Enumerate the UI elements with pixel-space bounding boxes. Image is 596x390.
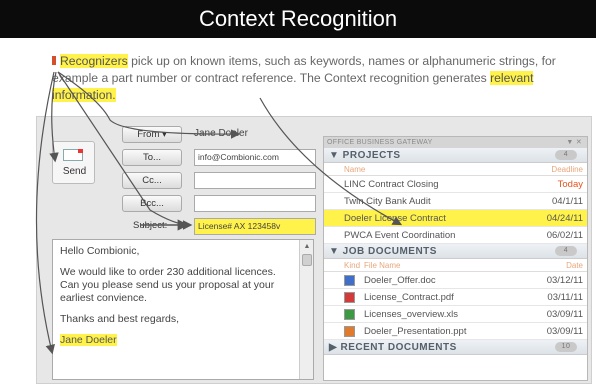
email-client-window: Send From ▾ Jane Doeler To... info@Combi… xyxy=(36,116,592,384)
document-row[interactable]: Doeler_Presentation.ppt 03/09/11 xyxy=(324,323,587,340)
bcc-button[interactable]: Bcc... xyxy=(122,195,182,212)
project-name: Twin City Bank Audit xyxy=(344,196,431,207)
subject-field[interactable]: License# AX 123458v xyxy=(194,218,316,235)
project-name: LINC Contract Closing xyxy=(344,179,439,190)
spreadsheet-icon xyxy=(344,309,355,320)
scroll-thumb[interactable] xyxy=(302,254,312,266)
projects-section[interactable]: ▼ PROJECTS 4 xyxy=(324,148,587,163)
col-name: Name xyxy=(344,165,366,174)
signature-text: Jane Doeler xyxy=(60,334,117,346)
project-row[interactable]: LINC Contract Closing Today xyxy=(324,176,587,193)
intro-text: Recognizers pick up on known items, such… xyxy=(52,53,592,104)
col-date: Date xyxy=(566,261,583,270)
panel-title: OFFICE BUSINESS GATEWAY xyxy=(327,139,433,146)
projects-column-header: Name Deadline xyxy=(324,163,587,176)
to-button[interactable]: To... xyxy=(122,149,182,166)
documents-column-header: Kind File Name Date xyxy=(324,259,587,272)
document-date: 03/12/11 xyxy=(546,275,583,286)
document-date: 03/11/11 xyxy=(547,292,583,303)
from-button[interactable]: From ▾ xyxy=(122,126,182,143)
panel-header: OFFICE BUSINESS GATEWAY ▼ ✕ xyxy=(324,137,587,148)
col-file-name: File Name xyxy=(364,261,401,270)
documents-count: 4 xyxy=(555,246,577,256)
word-doc-icon xyxy=(344,275,355,286)
intro-body: pick up on known items, such as keywords… xyxy=(52,54,556,85)
greeting-text: Hello Combionic, xyxy=(60,245,140,257)
projects-count: 4 xyxy=(555,150,577,160)
document-row[interactable]: Licenses_overview.xls 03/09/11 xyxy=(324,306,587,323)
project-deadline: 06/02/11 xyxy=(546,230,583,241)
document-date: 03/09/11 xyxy=(546,326,583,337)
recent-count: 10 xyxy=(555,342,577,352)
presentation-icon xyxy=(344,326,355,337)
slide-title: Context Recognition xyxy=(0,0,596,38)
send-button[interactable]: Send xyxy=(52,141,95,184)
bcc-field[interactable] xyxy=(194,195,316,212)
project-row-highlighted[interactable]: Doeler License Contract 04/24/11 xyxy=(324,210,587,227)
projects-title: ▼ PROJECTS xyxy=(329,150,401,161)
business-gateway-panel: OFFICE BUSINESS GATEWAY ▼ ✕ ▼ PROJECTS 4… xyxy=(323,136,588,381)
document-name: Doeler_Offer.doc xyxy=(364,275,436,286)
from-value: Jane Doeler xyxy=(194,128,248,139)
send-label: Send xyxy=(62,166,87,177)
bullet-icon xyxy=(52,56,56,65)
document-name: License_Contract.pdf xyxy=(364,292,454,303)
message-scrollbar[interactable]: ▲ xyxy=(299,240,313,379)
project-deadline: 04/1/11 xyxy=(552,196,583,207)
document-date: 03/09/11 xyxy=(546,309,583,320)
col-kind: Kind xyxy=(344,261,361,270)
subject-label: Subject: xyxy=(133,220,168,231)
pdf-doc-icon xyxy=(344,292,355,303)
documents-section[interactable]: ▼ JOB DOCUMENTS 4 xyxy=(324,244,587,259)
scroll-up-icon[interactable]: ▲ xyxy=(302,242,312,252)
project-deadline: 04/24/11 xyxy=(546,213,583,224)
document-row[interactable]: License_Contract.pdf 03/11/11 xyxy=(324,289,587,306)
documents-title: ▼ JOB DOCUMENTS xyxy=(329,246,437,257)
recent-documents-section[interactable]: ▶ RECENT DOCUMENTS 10 xyxy=(324,340,587,355)
cc-button[interactable]: Cc... xyxy=(122,172,182,189)
panel-controls-icon[interactable]: ▼ ✕ xyxy=(566,137,582,148)
highlight-recognizers: Recognizers xyxy=(60,54,128,68)
cc-field[interactable] xyxy=(194,172,316,189)
body-paragraph: We would like to order 230 additional li… xyxy=(60,266,276,304)
project-name: PWCA Event Coordination xyxy=(344,230,456,241)
document-name: Licenses_overview.xls xyxy=(364,309,458,320)
closing-text: Thanks and best regards, xyxy=(60,313,180,325)
message-body[interactable]: Hello Combionic, We would like to order … xyxy=(52,239,314,380)
project-row[interactable]: Twin City Bank Audit 04/1/11 xyxy=(324,193,587,210)
document-row[interactable]: Doeler_Offer.doc 03/12/11 xyxy=(324,272,587,289)
envelope-icon xyxy=(63,149,83,161)
project-name: Doeler License Contract xyxy=(344,213,446,224)
col-deadline: Deadline xyxy=(551,165,583,174)
document-name: Doeler_Presentation.ppt xyxy=(364,326,467,337)
project-deadline: Today xyxy=(557,179,583,190)
recent-title: ▶ RECENT DOCUMENTS xyxy=(329,342,457,353)
project-row[interactable]: PWCA Event Coordination 06/02/11 xyxy=(324,227,587,244)
to-field[interactable]: info@Combionic.com xyxy=(194,149,316,166)
